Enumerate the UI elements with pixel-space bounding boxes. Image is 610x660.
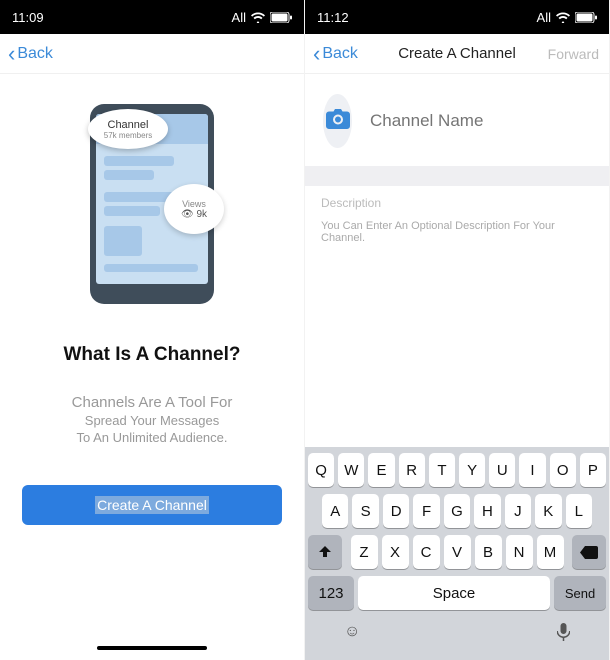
camera-icon [326,109,350,134]
back-button[interactable]: ‹ Back [8,43,53,65]
mic-key[interactable] [557,623,570,646]
battery-icon [575,12,597,23]
shift-key[interactable] [308,535,342,569]
keyboard-row-4: 123 Space Send [308,576,606,610]
key-m[interactable]: M [537,535,564,569]
status-bar: 11:09 All [0,0,304,34]
key-e[interactable]: E [368,453,394,487]
wifi-icon [556,12,570,23]
nav-bar: ‹ Back [0,34,304,74]
back-button[interactable]: ‹ Back [313,43,358,65]
key-r[interactable]: R [399,453,425,487]
illustration-views-count: 9k [196,209,207,220]
screen-create-channel: 11:12 All ‹ Back Create A Channel Forwar… [305,0,610,660]
key-t[interactable]: T [429,453,455,487]
key-g[interactable]: G [444,494,470,528]
subtitle-line-1: Channels Are A Tool For [22,394,282,411]
subtitle-line-2: Spread Your Messages [22,413,282,428]
key-w[interactable]: W [338,453,364,487]
key-l[interactable]: L [566,494,592,528]
illustration-members: 57k members [104,131,152,140]
key-z[interactable]: Z [351,535,378,569]
nav-title: Create A Channel [398,45,516,62]
key-v[interactable]: V [444,535,471,569]
key-y[interactable]: Y [459,453,485,487]
screen-what-is-channel: 11:09 All ‹ Back Channel 57k members [0,0,305,660]
channel-photo-button[interactable] [323,94,352,148]
subtitle-line-3: To An Unlimited Audience. [22,430,282,445]
space-key[interactable]: Space [358,576,550,610]
status-time: 11:12 [317,10,349,25]
description-input[interactable]: You Can Enter An Optional Description Fo… [305,216,609,366]
nav-bar: ‹ Back Create A Channel Forward [305,34,609,74]
battery-icon [270,12,292,23]
key-p[interactable]: P [580,453,606,487]
key-d[interactable]: D [383,494,409,528]
keyboard-row-3: ZXCVBNM [308,535,606,569]
channel-illustration: Channel 57k members Views 👁 9k [82,104,222,304]
key-i[interactable]: I [519,453,545,487]
status-time: 11:09 [12,10,44,25]
emoji-key[interactable]: ☺ [344,623,360,646]
section-divider [305,166,609,186]
chevron-left-icon: ‹ [313,43,320,65]
send-key[interactable]: Send [554,576,606,610]
back-label: Back [322,45,358,63]
illustration-views-label: Views [182,199,206,209]
keyboard-row-1: QWERTYUIOP [308,453,606,487]
keyboard: QWERTYUIOP ASDFGHJKL ZXCVBNM 123 Space S… [305,447,609,660]
key-h[interactable]: H [474,494,500,528]
key-o[interactable]: O [550,453,576,487]
key-f[interactable]: F [413,494,439,528]
key-s[interactable]: S [352,494,378,528]
channel-name-input[interactable] [370,111,591,131]
key-q[interactable]: Q [308,453,334,487]
key-j[interactable]: J [505,494,531,528]
page-title: What Is A Channel? [22,344,282,366]
key-c[interactable]: C [413,535,440,569]
illustration-channel-label: Channel [108,119,149,131]
key-a[interactable]: A [322,494,348,528]
home-indicator[interactable] [97,646,207,650]
key-u[interactable]: U [489,453,515,487]
key-k[interactable]: K [535,494,561,528]
chevron-left-icon: ‹ [8,43,15,65]
key-b[interactable]: B [475,535,502,569]
keyboard-row-2: ASDFGHJKL [308,494,606,528]
status-bar: 11:12 All [305,0,609,34]
description-label: Description [305,186,609,216]
wifi-icon [251,12,265,23]
back-label: Back [17,45,53,63]
backspace-key[interactable] [572,535,606,569]
key-x[interactable]: X [382,535,409,569]
numbers-key[interactable]: 123 [308,576,354,610]
key-n[interactable]: N [506,535,533,569]
status-carrier: All [537,10,551,25]
forward-button[interactable]: Forward [548,46,599,62]
create-channel-button[interactable]: Create A Channel [22,485,282,525]
status-carrier: All [232,10,246,25]
